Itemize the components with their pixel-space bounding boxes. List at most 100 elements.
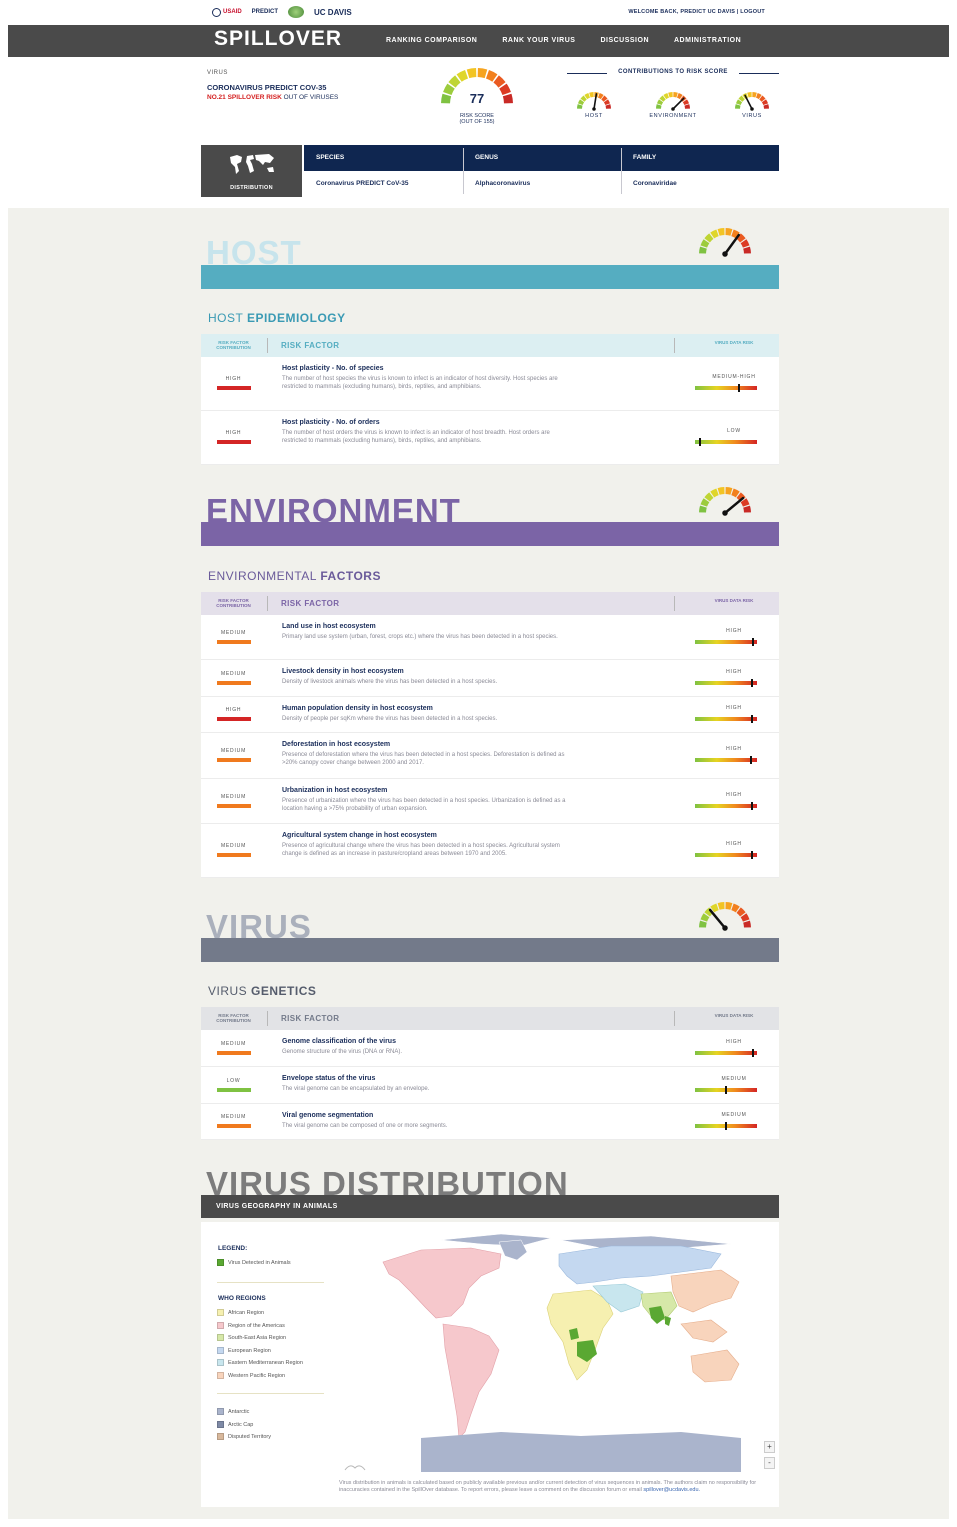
distribution-button[interactable]: DISTRIBUTION [201,145,302,197]
risk-factor-description: Presence of agricultural change where th… [282,843,560,857]
data-risk-scale [695,717,757,721]
virus-header: VIRUS CORONAVIRUS PREDICT COV-35 NO.21 S… [207,70,338,101]
table-row: HIGH Host plasticity - No. of species The … [201,357,779,411]
data-risk-label: HIGH [726,668,742,675]
usaid-logo: USAID [212,7,242,17]
risk-factor-description: The viral genome can be encapsulated by … [282,1086,430,1092]
legend-detected: Virus Detected in Animals [217,1259,291,1266]
table-row: MEDIUM Urbanization in host ecosystem Pres… [201,779,779,824]
data-risk-marker [725,1085,727,1094]
risk-score-label: RISK SCORE (OUT OF 155) [459,113,495,126]
data-risk-scale [695,758,757,762]
contribution-level: HIGH [225,430,242,436]
nav-discussion[interactable]: DISCUSSION [600,37,649,44]
environment-section-band [201,522,779,546]
legend-swatch [217,1334,224,1341]
main-nav: SPILLOVER RANKING COMPARISON RANK YOUR V… [8,25,949,57]
data-risk-marker [752,1048,754,1057]
one-health-globe-icon [288,6,305,18]
taxonomy-header: SPECIES GENUS FAMILY [304,145,779,171]
risk-factor-title: Human population density in host ecosyst… [282,705,433,712]
data-risk-label: MEDIUM [721,1112,747,1118]
world-map-icon [230,154,274,174]
data-risk-marker [751,801,753,810]
world-distribution-map[interactable] [381,1232,767,1472]
table-row: MEDIUM Genome classification of the virus… [201,1030,779,1067]
table-row: LOW Envelope status of the virus The viral… [201,1067,779,1104]
virus-name: CORONAVIRUS PREDICT COV-35 [207,83,327,92]
virus-rank: NO.21 SPILLOVER RISK OUT OF VIRUSES [207,94,339,101]
legend-item: Disputed Territory [217,1433,271,1440]
risk-factor-description: Primary land use system (urban, forest, … [282,634,558,640]
environment-contribution-gauge-icon [656,92,690,111]
risk-score-value: 77 [469,91,485,106]
virus-section-band [201,938,779,962]
host-section-band [201,265,779,289]
risk-factor-title: Viral genome segmentation [282,1112,374,1119]
environment-table-header: RISK FACTOR CONTRIBUTION RISK FACTOR VIR… [201,592,779,615]
genus-value: Alphacoronavirus [475,180,531,187]
data-risk-label: LOW [727,428,741,434]
predict-logo: PREDICT [251,9,279,15]
risk-factor-title: Land use in host ecosystem [282,623,376,630]
contribution-environment-label: ENVIRONMENT [649,113,697,119]
risk-factor-title: Host plasticity - No. of species [282,365,384,372]
nav-rank-your-virus[interactable]: RANK YOUR VIRUS [502,37,575,44]
contribution-bar [217,803,251,808]
data-risk-scale [695,386,757,390]
family-value: Coronaviridae [633,180,677,187]
nav-ranking-comparison[interactable]: RANKING COMPARISON [386,37,477,44]
zoom-out-button[interactable]: - [764,1457,775,1469]
data-risk-scale [695,639,757,644]
data-risk-scale [695,803,757,808]
brand-logo[interactable]: SPILLOVER [214,27,342,51]
risk-factor-description: Presence of urbanization where the virus… [282,798,566,812]
zoom-in-button[interactable]: + [764,1441,775,1453]
genus-header: GENUS [475,154,499,161]
data-risk-marker [750,756,752,764]
legend-divider [217,1282,324,1283]
who-regions-title: WHO REGIONS [218,1295,266,1302]
nav-administration[interactable]: ADMINISTRATION [674,37,741,44]
contributions-title: CONTRIBUTIONS TO RISK SCORE [567,68,779,78]
table-row: HIGH Host plasticity - No. of orders The n… [201,411,779,465]
contribution-level: MEDIUM [220,629,247,636]
data-risk-label: HIGH [726,1038,742,1045]
email-link[interactable]: spillover@ucdavis.edu. [643,1487,700,1493]
contribution-level: LOW [226,1077,241,1084]
environment-subtitle: ENVIRONMENTAL FACTORS [208,569,381,583]
contribution-bar [217,717,251,721]
legend-divider [217,1393,324,1394]
data-risk-marker [738,384,740,392]
data-risk-label: HIGH [726,841,742,847]
host-contribution-gauge-icon [577,92,611,111]
virus-contribution-gauge-icon [735,92,769,111]
data-risk-scale [695,853,757,857]
contribution-level: MEDIUM [220,1114,247,1120]
host-table-header: RISK FACTOR CONTRIBUTION RISK FACTOR VIR… [201,334,779,357]
data-risk-marker [725,1122,727,1130]
usaid-seal-icon [212,7,221,17]
legend-swatch [217,1408,224,1415]
risk-factor-title: Urbanization in host ecosystem [282,787,388,794]
detected-swatch [217,1259,224,1266]
legend-title: LEGEND: [218,1245,248,1252]
family-header: FAMILY [633,154,657,161]
data-risk-marker [752,637,754,646]
table-row: MEDIUM Deforestation in host ecosystem Pre… [201,733,779,779]
table-row: MEDIUM Land use in host ecosystem Primary … [201,615,779,660]
contribution-level: MEDIUM [220,793,247,800]
contribution-bar [217,1124,251,1128]
data-risk-marker [699,438,701,446]
legend-swatch [217,1371,224,1379]
risk-factor-description: Density of people per sqKm where the vir… [282,716,498,722]
contribution-bar [217,758,251,762]
risk-factor-description: Genome structure of the virus (DNA or RN… [282,1049,403,1055]
uc-davis-logo: UC DAVIS [314,7,352,17]
welcome-logout-link[interactable]: WELCOME BACK, PREDICT UC DAVIS | LOGOUT [628,9,765,15]
data-risk-marker [751,715,753,723]
risk-factor-description: The viral genome can be composed of one … [282,1123,448,1129]
contribution-virus-label: VIRUS [742,113,762,119]
table-row: MEDIUM Agricultural system change in host… [201,824,779,878]
contribution-bar [217,639,251,644]
